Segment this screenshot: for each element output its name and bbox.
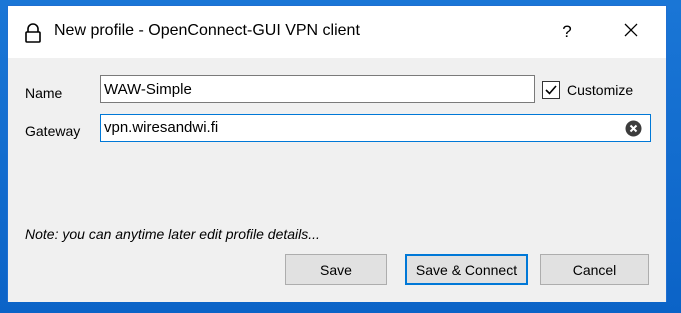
gateway-label: Gateway	[25, 123, 81, 139]
gateway-field[interactable]: vpn.wiresandwi.fi	[104, 119, 218, 136]
lock-icon	[23, 23, 43, 43]
note-text: Note: you can anytime later edit profile…	[25, 226, 320, 242]
cancel-button[interactable]: Cancel	[540, 254, 649, 285]
help-button[interactable]: ?	[544, 6, 590, 58]
gateway-field-wrap[interactable]: vpn.wiresandwi.fi	[100, 114, 651, 142]
customize-checkbox-box[interactable]	[542, 81, 560, 99]
save-button[interactable]: Save	[285, 254, 387, 285]
close-button[interactable]	[608, 6, 654, 58]
new-profile-dialog: New profile - OpenConnect-GUI VPN client…	[7, 5, 667, 302]
customize-label: Customize	[567, 82, 634, 98]
name-label: Name	[25, 85, 63, 101]
clear-circle-x-icon[interactable]	[625, 120, 642, 137]
save-connect-button[interactable]: Save & Connect	[405, 254, 528, 285]
name-field[interactable]	[100, 75, 535, 103]
customize-checkbox[interactable]: Customize	[542, 79, 633, 101]
title-bar[interactable]: New profile - OpenConnect-GUI VPN client…	[8, 6, 666, 58]
close-icon	[623, 22, 639, 43]
window-title: New profile - OpenConnect-GUI VPN client	[54, 22, 360, 39]
dialog-content: Name Customize Gateway vpn.wiresandwi.fi…	[8, 58, 666, 302]
checkmark-icon	[545, 85, 557, 95]
